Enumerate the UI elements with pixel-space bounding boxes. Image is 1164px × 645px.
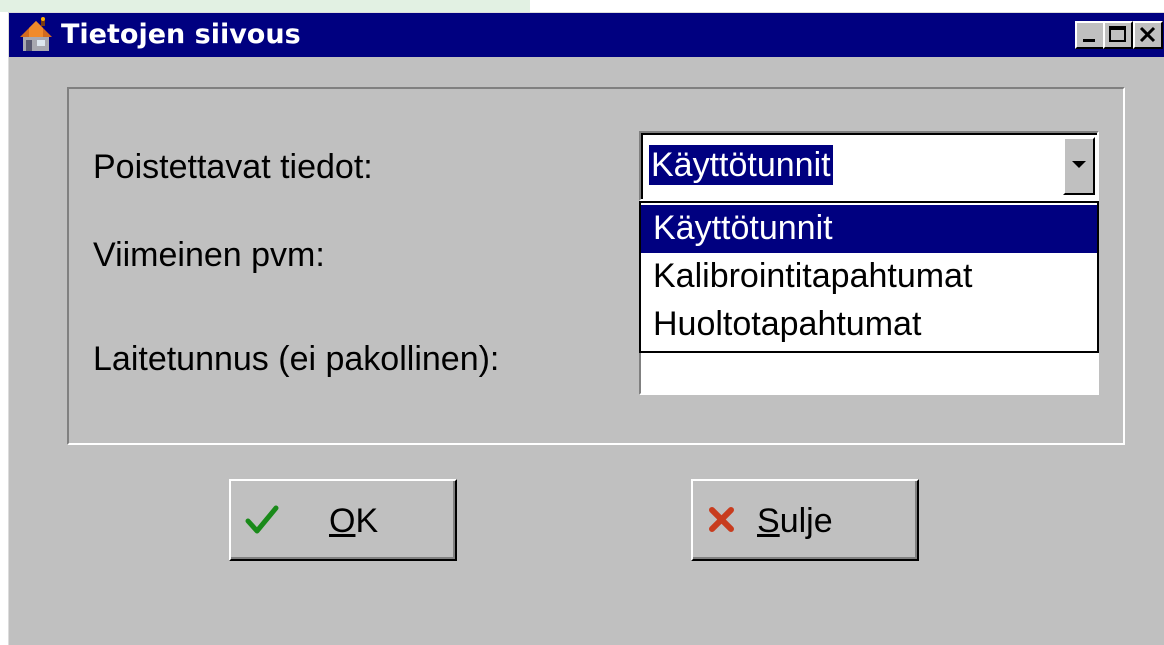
close-button[interactable]: Sulje [691,479,919,561]
dialog-window: Tietojen siivous Poistettavat tiedot: Vi… [8,12,1164,645]
close-window-button[interactable] [1133,21,1163,49]
ok-mnemonic: O [329,502,356,540]
combobox-dropdown-button[interactable] [1063,137,1095,195]
close-mnemonic: S [757,502,780,540]
checkmark-icon [245,505,279,534]
house-icon [20,17,52,51]
dropdown-option-kayttotunnit[interactable]: Käyttötunnit [641,205,1097,253]
ok-label-rest: K [355,502,379,540]
combobox-selected-value: Käyttötunnit [649,145,833,185]
minimize-icon [1083,39,1095,42]
window-title: Tietojen siivous [61,19,301,50]
ok-button-label: OK [329,501,378,541]
dropdown-list: Käyttötunnit Kalibrointitapahtumat Huolt… [639,201,1099,353]
dropdown-option-kalibrointitapahtumat[interactable]: Kalibrointitapahtumat [641,253,1097,301]
ok-button[interactable]: OK [229,479,457,561]
minimize-button[interactable] [1075,21,1105,49]
last-date-label: Viimeinen pvm: [93,236,325,274]
deleted-data-label: Poistettavat tiedot: [93,148,373,186]
device-id-label: Laitetunnus (ei pakollinen): [93,340,500,378]
chevron-down-icon [1072,161,1086,168]
close-button-label: Sulje [757,501,833,541]
x-icon [709,507,734,532]
maximize-icon [1109,26,1126,42]
deleted-data-combobox[interactable]: Käyttötunnit [639,131,1099,201]
close-icon [1139,26,1156,43]
dropdown-option-huoltotapahtumat[interactable]: Huoltotapahtumat [641,301,1097,349]
title-bar[interactable]: Tietojen siivous [9,13,1164,57]
close-label-rest: ulje [779,502,833,540]
desktop-strip [0,0,530,12]
maximize-button[interactable] [1103,21,1133,49]
